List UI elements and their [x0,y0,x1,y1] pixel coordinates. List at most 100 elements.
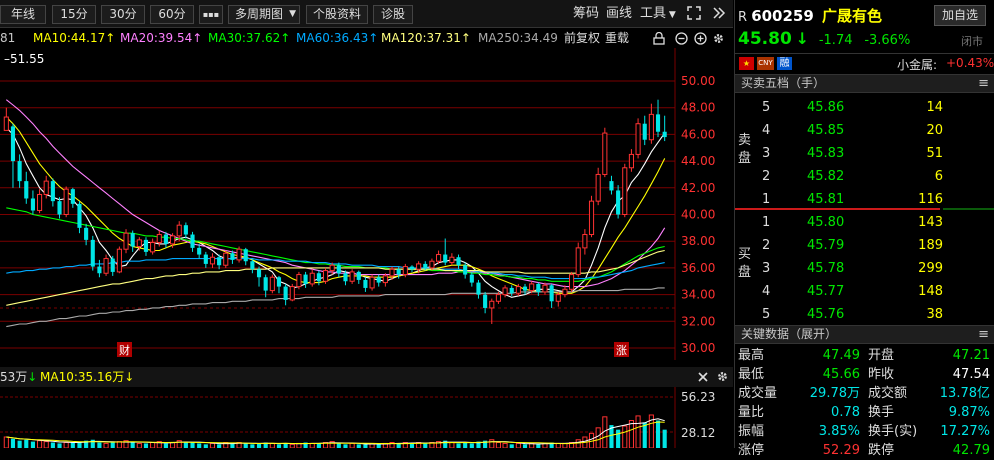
volume-ma5-line [6,418,665,445]
candle [483,291,488,314]
volume-ma10-line [6,421,665,445]
market-prefix: R [738,10,748,25]
close-icon[interactable] [697,371,709,383]
candle [24,171,29,204]
volume-bar [502,442,508,448]
volume-ma-lines [6,418,665,445]
multi-period-label: 多周期图 [234,7,283,21]
volume-bar [522,444,528,448]
kline-chart[interactable]: 50.00 48.00 46.00 44.00 42.00 40.00 38.00 36.00… [0,48,733,360]
volume-bar [343,444,348,448]
volume-bar [616,429,621,448]
fullscreen-icon[interactable] [687,6,701,20]
collapse-panel-icon[interactable] [712,6,726,20]
menu-icon[interactable]: ≡ [978,75,989,92]
orderbook-row[interactable]: 4 45.77 148 [735,280,994,303]
volume-chart[interactable]: 56.23 28.12 [0,387,733,448]
multi-period-dropdown[interactable]: 多周期图 ▼ [228,5,300,24]
lock-icon[interactable] [653,32,665,45]
add-watchlist-button[interactable]: 加自选 [934,5,986,26]
more-periods-button[interactable]: ▪▪▪ [199,5,223,24]
orderbook-row[interactable]: 2 45.82 6 [735,165,994,188]
volume-bar [17,440,22,448]
earnings-marker[interactable]: 财 [117,342,132,357]
candle [456,254,461,270]
candle [130,230,135,252]
orderbook-row[interactable]: 1 45.80 143 [735,211,994,234]
period-year-button[interactable]: 年线 [0,5,46,24]
settings-gear-icon[interactable] [716,370,729,383]
low-price-label: –51.55 [4,52,44,66]
volume-bar [250,444,255,448]
volume-bar [150,442,156,448]
volume-bar [635,415,641,448]
keydata-label: 开盘 [868,348,895,363]
volume-bar [595,427,601,448]
zoom-out-icon[interactable] [675,32,688,45]
sell-volume-bar [735,208,940,210]
keydata-label: 涨停 [738,443,765,458]
candle [296,271,302,290]
overlay-button[interactable]: 重载 [605,28,629,48]
candle [376,274,381,287]
orderbook-row[interactable]: 5 45.86 14 [735,96,994,119]
ma30-value: MA30:37.62↑ [208,31,291,45]
orderbook-row[interactable]: 3 45.83 51 [735,142,994,165]
diagnose-button[interactable]: 诊股 [373,5,413,24]
chips-button[interactable]: 筹码 [573,6,599,22]
level-volume: 14 [926,100,943,115]
keydata-value: 47.49 [822,348,860,363]
orderbook-row[interactable]: 5 45.76 38 [735,303,994,326]
candle [256,266,262,287]
orderbook-title: 买卖五档（手） [741,76,826,90]
period-30min-button[interactable]: 30分 [101,5,145,24]
volume-bar [110,442,115,448]
adjust-mode-button[interactable]: 前复权 [564,28,600,48]
margin-tag[interactable]: 融 [777,57,792,70]
rise-marker[interactable]: 涨 [614,342,629,357]
volume-bar [662,429,667,448]
volume-bar [336,443,341,448]
candle [476,279,481,299]
volume-bar [269,442,275,448]
keydata-value: 47.54 [952,367,990,382]
orderbook-row[interactable]: 4 45.85 20 [735,119,994,142]
price-tick-label: 40.00 [681,208,715,222]
cny-tag[interactable]: CNY [757,57,774,70]
menu-icon[interactable]: ≡ [978,326,989,343]
level-number: 4 [762,284,771,299]
volume-bar [349,442,355,448]
level-price: 45.79 [807,238,845,253]
volume-bar [555,442,561,448]
volume-bar [3,436,9,448]
candle [662,115,667,142]
sector-label[interactable]: 小金属: [897,56,937,73]
stock-info-button[interactable]: 个股资料 [306,5,368,24]
ma20-value: MA20:39.54↑ [120,31,203,45]
candle [642,115,647,146]
keydata-label: 最高 [738,348,765,363]
period-15min-button[interactable]: 15分 [52,5,96,24]
volume-bar [309,442,315,448]
candle [655,99,661,138]
orderbook-row[interactable]: 3 45.78 299 [735,257,994,280]
chart-grid [0,80,675,349]
level-number: 3 [762,261,771,276]
settings-gear-icon[interactable] [712,32,725,45]
rise-marker-label: 涨 [616,344,627,357]
volume-bar [197,443,202,448]
volume-bar [163,443,168,448]
candle [356,270,361,284]
volume-bar [515,442,521,448]
level-price: 45.76 [807,307,845,322]
volume-bar [575,439,581,448]
candle [77,201,82,234]
draw-line-button[interactable]: 画线 [606,6,632,22]
orderbook-row[interactable]: 2 45.79 189 [735,234,994,257]
tools-dropdown[interactable]: 工具 ▼ [640,6,676,23]
keydata-header[interactable]: 关键数据（展开） ≡ [735,325,994,344]
zoom-in-icon[interactable] [694,32,707,45]
orderbook-header[interactable]: 买卖五档（手） ≡ [735,74,994,93]
period-60min-button[interactable]: 60分 [150,5,194,24]
level-volume: 38 [926,307,943,322]
